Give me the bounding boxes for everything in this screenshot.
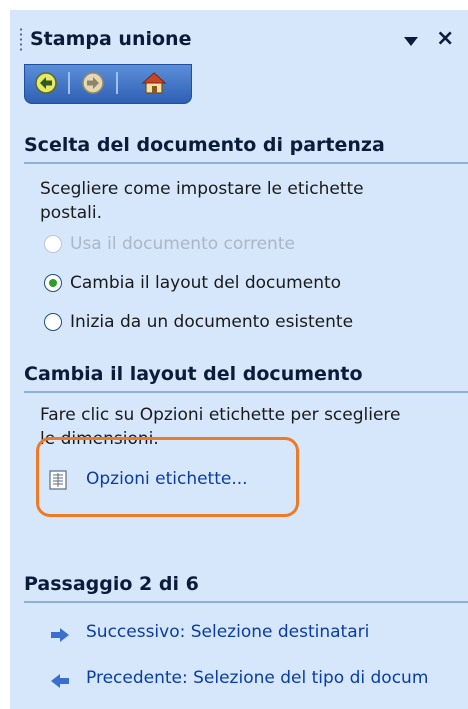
pane-menu-dropdown-icon[interactable] [402,32,420,50]
previous-step-link[interactable]: Precedente: Selezione del tipo di docum [86,668,428,688]
pane-title: Stampa unione [30,28,192,50]
radio-change-document-layout[interactable]: Cambia il layout del documento [44,271,341,295]
step-indicator: Passaggio 2 di 6 [24,573,468,603]
radio-label: Usa il documento corrente [70,234,295,254]
radio-button[interactable] [44,274,62,292]
back-arrow-icon[interactable] [33,70,59,96]
radio-use-current-document: Usa il documento corrente [44,232,295,256]
nav-separator [68,72,70,94]
radio-label[interactable]: Inizia da un documento esistente [70,312,353,332]
next-arrow-icon[interactable] [50,628,70,642]
nav-separator [116,72,118,94]
drag-grip-icon[interactable] [19,27,23,53]
pane-background [10,10,468,709]
radio-button [44,235,62,253]
home-icon[interactable] [141,70,167,96]
radio-button[interactable] [44,313,62,331]
next-step-link[interactable]: Successivo: Selezione destinatari [86,622,369,642]
section-heading-starting-document: Scelta del documento di partenza [24,134,468,164]
radio-label[interactable]: Cambia il layout del documento [70,273,341,293]
radio-start-from-existing-document[interactable]: Inizia da un documento esistente [44,310,353,334]
close-icon[interactable]: × [436,28,454,50]
mail-merge-task-pane: Stampa unione × Scelta del documento di … [0,0,468,709]
highlight-annotation [36,437,299,517]
previous-arrow-icon[interactable] [50,674,70,688]
forward-arrow-icon[interactable] [80,70,106,96]
section1-instructions: Scegliere come impostare le etichette po… [40,179,364,223]
section-heading-change-layout: Cambia il layout del documento [24,363,468,393]
